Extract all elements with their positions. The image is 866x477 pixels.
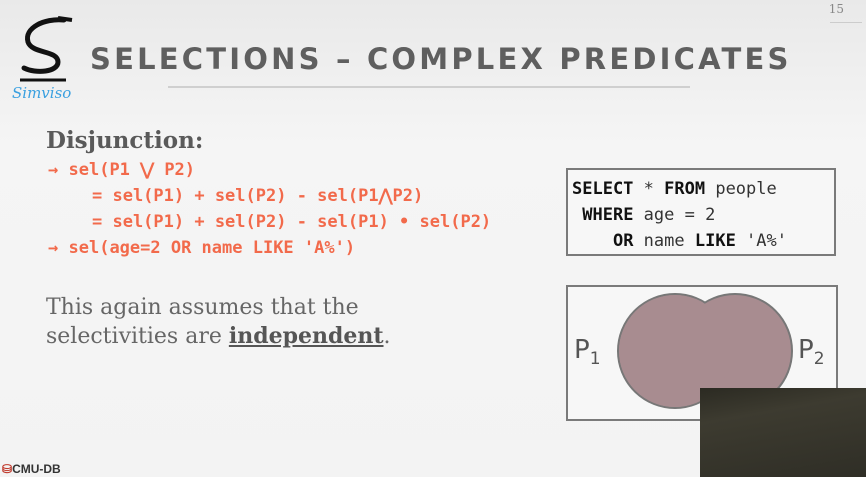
simviso-logo-icon (20, 16, 73, 82)
label-p1: P1 (574, 335, 601, 369)
paragraph-suffix: . (383, 324, 391, 349)
database-icon: ⛁ (2, 462, 13, 476)
slide-title: SELECTIONS – COMPLEX PREDICATES (90, 42, 792, 76)
section-heading: Disjunction: (46, 127, 204, 154)
footer-logo-text: CMU-DB (12, 462, 61, 476)
sql-keyword: OR (612, 231, 634, 251)
formula-line: = sel(P1) + sel(P2) - sel(P1⋀P2) (92, 186, 424, 206)
title-divider (168, 86, 690, 88)
page-number-divider (830, 22, 862, 23)
label-text: P (798, 335, 814, 365)
sql-text: * (633, 179, 665, 199)
label-p2: P2 (798, 335, 825, 369)
formula-line: → sel(P1 ⋁ P2) (48, 160, 195, 180)
webcam-inset (700, 388, 866, 477)
emphasis-independent: independent (228, 323, 384, 349)
sql-query-box: SELECT * FROM people WHERE age = 2 OR na… (566, 168, 836, 256)
page-number: 15 (828, 2, 844, 16)
sql-keyword: FROM (664, 179, 706, 199)
sql-text: name (633, 231, 695, 251)
assumption-paragraph: This again assumes that the selectivitie… (46, 294, 426, 351)
sql-text: 'A%' (735, 231, 787, 251)
formula-text: sel(P1 ⋁ P2) (68, 160, 196, 180)
label-subscript: 2 (813, 349, 825, 370)
sql-keyword: LIKE (694, 231, 736, 251)
footer-logo: ⛁CMU-DB (2, 462, 61, 476)
arrow-icon: → (48, 238, 59, 258)
sql-text: people (705, 179, 777, 199)
sql-text: age = 2 (633, 205, 716, 225)
arrow-icon: → (48, 160, 59, 180)
sql-keyword: SELECT (572, 179, 634, 199)
formula-line: = sel(P1) + sel(P2) - sel(P1) • sel(P2) (92, 212, 492, 232)
formula-text: sel(age=2 OR name LIKE 'A%') (68, 238, 356, 258)
formula-line: → sel(age=2 OR name LIKE 'A%') (48, 238, 355, 258)
logo-text: Simviso (12, 84, 72, 102)
sql-keyword: WHERE (582, 205, 634, 225)
label-subscript: 1 (589, 349, 601, 370)
label-text: P (574, 335, 590, 365)
